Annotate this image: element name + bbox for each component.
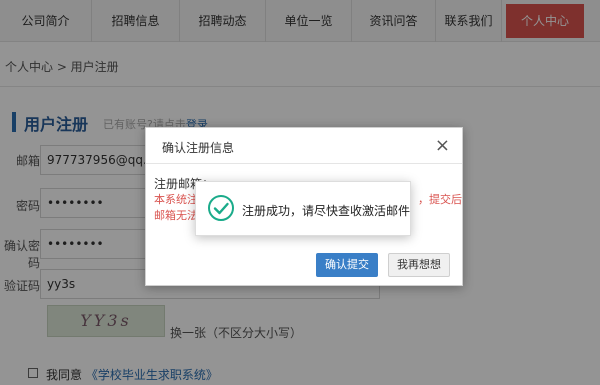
confirm-submit-button[interactable]: 确认提交 [316,253,378,277]
close-icon[interactable]: × [435,135,450,156]
dialog-title: 确认注册信息 [162,141,235,155]
dialog-warning-line-2: 邮箱无法 [154,209,198,222]
success-toast: 注册成功，请尽快查收激活邮件 [195,181,411,236]
dialog-warning-line: 本系统注 [154,193,198,206]
cancel-button[interactable]: 我再想想 [388,253,450,277]
check-circle-icon [208,195,234,221]
toast-message: 注册成功，请尽快查收激活邮件 [242,204,411,218]
dialog-header: 确认注册信息 × [146,128,462,164]
dialog-warning-line-end: ，提交后 [418,193,462,206]
